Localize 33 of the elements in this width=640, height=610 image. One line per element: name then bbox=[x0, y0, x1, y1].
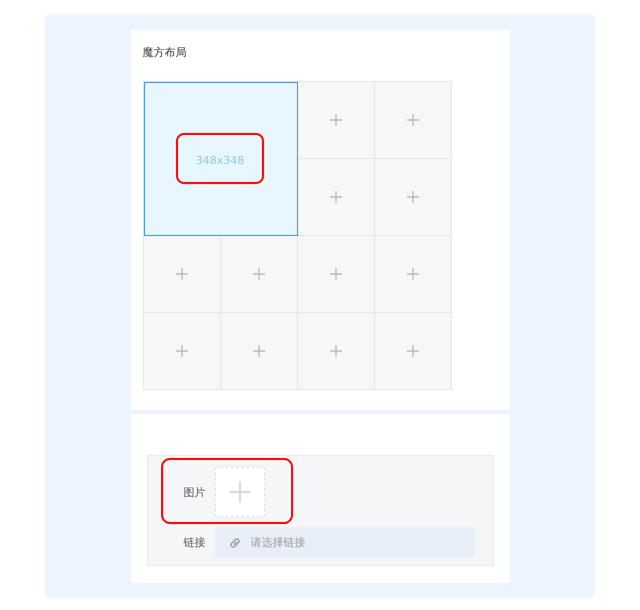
field-label: 图片 bbox=[184, 484, 206, 500]
add-cell[interactable] bbox=[220, 236, 298, 313]
plus-icon bbox=[406, 345, 418, 357]
plus-icon bbox=[406, 114, 418, 126]
field-label: 链接 bbox=[184, 535, 206, 550]
add-cell[interactable] bbox=[374, 159, 452, 236]
add-cell[interactable] bbox=[144, 236, 220, 313]
add-cell[interactable] bbox=[374, 82, 452, 159]
plus-icon bbox=[252, 345, 264, 357]
add-cell[interactable] bbox=[298, 159, 374, 236]
add-cell[interactable] bbox=[298, 313, 374, 390]
add-cell[interactable] bbox=[298, 82, 374, 159]
plus-icon bbox=[176, 345, 188, 357]
cube-block[interactable]: 348x348 bbox=[144, 82, 298, 236]
add-cell[interactable] bbox=[298, 236, 374, 313]
plus-icon bbox=[330, 345, 342, 357]
plus-icon bbox=[406, 191, 418, 203]
add-cell[interactable] bbox=[374, 236, 452, 313]
block-size: 348x348 bbox=[196, 154, 244, 167]
plus-icon bbox=[330, 268, 342, 280]
plus-icon bbox=[330, 191, 342, 203]
plus-icon bbox=[176, 268, 188, 280]
plus-icon bbox=[330, 114, 342, 126]
link-icon bbox=[228, 536, 242, 550]
section-title: 魔方布局 bbox=[142, 46, 188, 60]
add-cell[interactable] bbox=[374, 313, 452, 390]
plus-icon bbox=[230, 482, 250, 502]
link-field[interactable]: 请选择链接 bbox=[214, 527, 474, 558]
add-cell[interactable] bbox=[220, 313, 298, 390]
plus-icon bbox=[406, 268, 418, 280]
add-cell[interactable] bbox=[144, 313, 220, 390]
plus-icon bbox=[252, 268, 264, 280]
image-upload[interactable] bbox=[214, 467, 264, 517]
